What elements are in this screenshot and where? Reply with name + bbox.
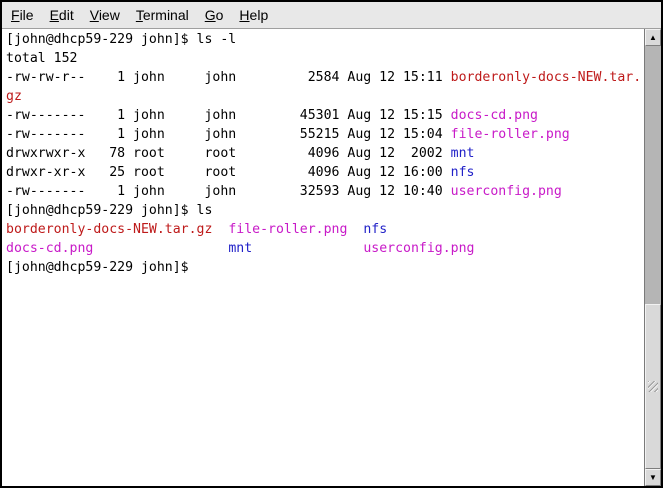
- terminal-content: [john@dhcp59-229 john]$ ls -l total 152 …: [2, 29, 661, 486]
- terminal-text-image: userconfig.png: [451, 184, 562, 199]
- terminal-line: [john@dhcp59-229 john]$: [6, 260, 189, 275]
- terminal-text-image: file-roller.png: [228, 222, 347, 237]
- terminal-text-directory: mnt: [228, 241, 252, 256]
- menu-bar: FileEditViewTerminalGoHelp: [2, 2, 661, 29]
- terminal-line: borderonly-docs-NEW.tar.gz file-roller.p…: [6, 222, 387, 237]
- terminal-text-image: file-roller.png: [451, 127, 570, 142]
- terminal-text-default: -rw------- 1 john john 55215 Aug 12 15:0…: [6, 127, 451, 142]
- terminal-line: gz: [6, 89, 22, 104]
- terminal-text-default: [347, 222, 363, 237]
- terminal-text-archive: borderonly-docs-NEW.tar.gz: [6, 222, 212, 237]
- terminal-line: total 152: [6, 51, 77, 66]
- terminal-text-default: drwxrwxr-x 78 root root 4096 Aug 12 2002: [6, 146, 451, 161]
- terminal-text-directory: nfs: [363, 222, 387, 237]
- terminal-line: -rw------- 1 john john 55215 Aug 12 15:0…: [6, 127, 570, 142]
- terminal-text-default: drwxr-xr-x 25 root root 4096 Aug 12 16:0…: [6, 165, 451, 180]
- terminal-line: docs-cd.png mnt userconfig.png: [6, 241, 474, 256]
- terminal-text-default: -rw-rw-r-- 1 john john 2584 Aug 12 15:11: [6, 70, 451, 85]
- terminal-line: -rw------- 1 john john 32593 Aug 12 10:4…: [6, 184, 562, 199]
- terminal-text-default: [john@dhcp59-229 john]$ ls -l: [6, 32, 236, 47]
- terminal-text-image: docs-cd.png: [451, 108, 538, 123]
- scrollbar[interactable]: ▲ ▼: [644, 29, 661, 486]
- terminal-text-archive: gz: [6, 89, 22, 104]
- menu-item-help[interactable]: Help: [231, 4, 276, 26]
- scrollbar-grip-icon: [648, 381, 658, 392]
- terminal-text-default: -rw------- 1 john john 32593 Aug 12 10:4…: [6, 184, 451, 199]
- terminal-text-default: total 152: [6, 51, 77, 66]
- terminal-text-default: [93, 241, 228, 256]
- terminal-text-directory: mnt: [451, 146, 475, 161]
- terminal-output[interactable]: [john@dhcp59-229 john]$ ls -l total 152 …: [2, 29, 644, 486]
- terminal-text-default: [212, 222, 228, 237]
- terminal-line: -rw------- 1 john john 45301 Aug 12 15:1…: [6, 108, 538, 123]
- terminal-text-default: [252, 241, 363, 256]
- scroll-down-button[interactable]: ▼: [645, 469, 661, 486]
- terminal-text-default: [john@dhcp59-229 john]$: [6, 260, 189, 275]
- terminal-text-image: docs-cd.png: [6, 241, 93, 256]
- terminal-line: [john@dhcp59-229 john]$ ls: [6, 203, 212, 218]
- terminal-text-default: [john@dhcp59-229 john]$ ls: [6, 203, 212, 218]
- menu-item-view[interactable]: View: [82, 4, 128, 26]
- menu-item-terminal[interactable]: Terminal: [128, 4, 197, 26]
- up-arrow-icon: ▲: [649, 33, 657, 42]
- terminal-text-archive: borderonly-docs-NEW.tar.: [451, 70, 642, 85]
- terminal-text-directory: nfs: [451, 165, 475, 180]
- terminal-line: drwxr-xr-x 25 root root 4096 Aug 12 16:0…: [6, 165, 474, 180]
- scroll-up-button[interactable]: ▲: [645, 29, 661, 46]
- scrollbar-thumb[interactable]: [645, 304, 661, 469]
- terminal-text-default: -rw------- 1 john john 45301 Aug 12 15:1…: [6, 108, 451, 123]
- menu-item-file[interactable]: File: [3, 4, 42, 26]
- terminal-line: [john@dhcp59-229 john]$ ls -l: [6, 32, 236, 47]
- terminal-text-image: userconfig.png: [363, 241, 474, 256]
- terminal-line: -rw-rw-r-- 1 john john 2584 Aug 12 15:11…: [6, 70, 641, 85]
- menu-item-edit[interactable]: Edit: [42, 4, 82, 26]
- menu-item-go[interactable]: Go: [197, 4, 232, 26]
- terminal-window: FileEditViewTerminalGoHelp [john@dhcp59-…: [0, 0, 663, 488]
- terminal-line: drwxrwxr-x 78 root root 4096 Aug 12 2002…: [6, 146, 474, 161]
- down-arrow-icon: ▼: [649, 473, 657, 482]
